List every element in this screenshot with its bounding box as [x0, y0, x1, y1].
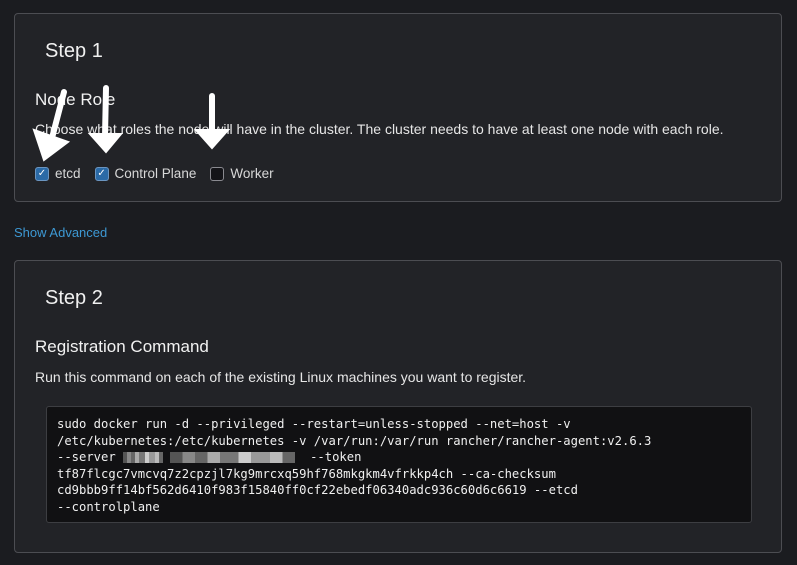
- node-role-heading: Node Role: [35, 90, 116, 109]
- step2-panel: Step 2 Registration Command Run this com…: [14, 260, 782, 553]
- etcd-checkbox[interactable]: ✓: [35, 166, 49, 181]
- worker-label: Worker: [230, 166, 274, 181]
- redacted-server: [170, 452, 296, 463]
- step1-title: Step 1: [45, 40, 103, 62]
- cmd-line: sudo docker run -d --privileged --restar…: [57, 417, 571, 431]
- registration-command-code[interactable]: sudo docker run -d --privileged --restar…: [46, 406, 752, 523]
- cmd-line: cd9bbb9ff14bf562d6410f983f15840ff0cf22eb…: [57, 483, 578, 497]
- redacted-server: [123, 452, 164, 463]
- step1-panel: Step 1 Node Role Choose what roles the n…: [14, 13, 782, 202]
- registration-command-heading: Registration Command: [35, 337, 209, 356]
- registration-command-description: Run this command on each of the existing…: [35, 369, 527, 385]
- control-plane-label: Control Plane: [114, 166, 197, 181]
- cmd-line: --server: [57, 450, 116, 464]
- role-etcd[interactable]: ✓ etcd: [35, 166, 81, 181]
- worker-checkbox[interactable]: [210, 166, 225, 181]
- etcd-label: etcd: [55, 166, 81, 181]
- cmd-line: /etc/kubernetes:/etc/kubernetes -v /var/…: [57, 433, 652, 448]
- control-plane-checkbox[interactable]: ✓: [94, 166, 109, 181]
- cmd-line: --controlplane: [57, 499, 160, 514]
- cmd-line: tf87flcgc7vmcvq7z2cpzjl7kg9mrcxq59hf768m…: [57, 466, 556, 481]
- role-control-plane[interactable]: ✓ Control Plane: [94, 166, 197, 181]
- role-worker[interactable]: Worker: [210, 166, 274, 181]
- cmd-line: --token: [310, 450, 362, 464]
- show-advanced-link[interactable]: Show Advanced: [14, 225, 107, 240]
- step2-title: Step 2: [45, 287, 103, 309]
- node-role-description: Choose what roles the node will have in …: [35, 121, 724, 137]
- role-checkboxes: ✓ etcd ✓ Control Plane Worker: [35, 166, 274, 181]
